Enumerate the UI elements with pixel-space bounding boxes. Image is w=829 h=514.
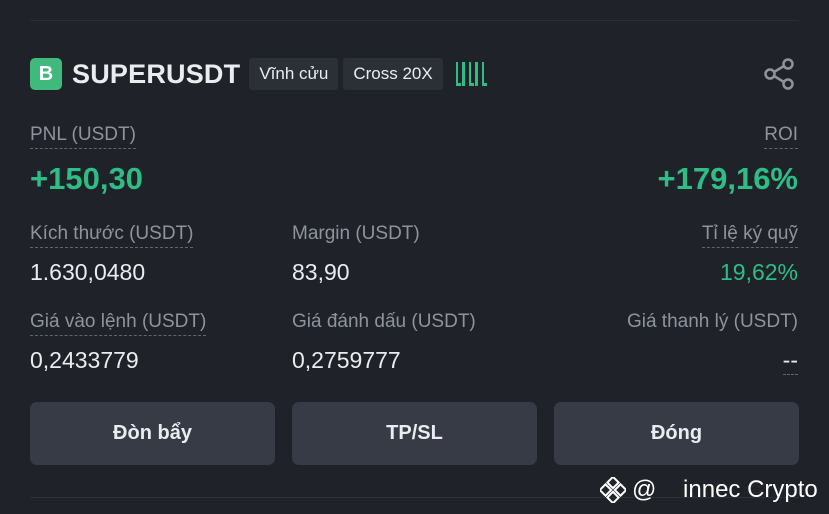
size-label[interactable]: Kích thước (USDT): [30, 223, 194, 248]
position-header: B SUPERUSDT Vĩnh cửu Cross 20X: [30, 58, 799, 90]
margin-ratio-value: 19,62%: [719, 259, 798, 285]
roi-value: +179,16%: [657, 161, 798, 196]
tpsl-button[interactable]: TP/SL: [292, 402, 537, 465]
liq-price-value[interactable]: --: [782, 346, 798, 375]
margin-label: Margin (USDT): [292, 223, 420, 244]
share-icon[interactable]: [761, 56, 797, 92]
pnl-value: +150,30: [30, 161, 143, 196]
leverage-button[interactable]: Đòn bẩy: [30, 402, 275, 465]
symbol-title[interactable]: SUPERUSDT: [72, 59, 240, 90]
roi-label[interactable]: ROI: [764, 124, 798, 149]
contract-type-tag: Vĩnh cửu: [249, 58, 339, 90]
mark-price-label: Giá đánh dấu (USDT): [292, 311, 476, 332]
adl-indicator-icon: [455, 62, 485, 86]
binance-logo-icon: [600, 477, 626, 503]
size-value: 1.630,0480: [30, 259, 146, 285]
watermark: @ innec Crypto: [600, 474, 818, 506]
margin-value: 83,90: [292, 259, 350, 285]
mark-price-value: 0,2759777: [292, 347, 401, 373]
pnl-label[interactable]: PNL (USDT): [30, 124, 136, 149]
close-position-button[interactable]: Đóng: [554, 402, 799, 465]
entry-price-label[interactable]: Giá vào lệnh (USDT): [30, 311, 207, 336]
watermark-text: @ innec Crypto: [632, 476, 818, 503]
top-divider: [30, 20, 799, 21]
margin-mode-tag[interactable]: Cross 20X: [343, 58, 443, 90]
liq-price-label: Giá thanh lý (USDT): [626, 311, 798, 332]
margin-ratio-label[interactable]: Tỉ lệ ký quỹ: [701, 223, 798, 248]
entry-price-value: 0,2433779: [30, 347, 139, 373]
binance-badge: B: [30, 58, 62, 90]
